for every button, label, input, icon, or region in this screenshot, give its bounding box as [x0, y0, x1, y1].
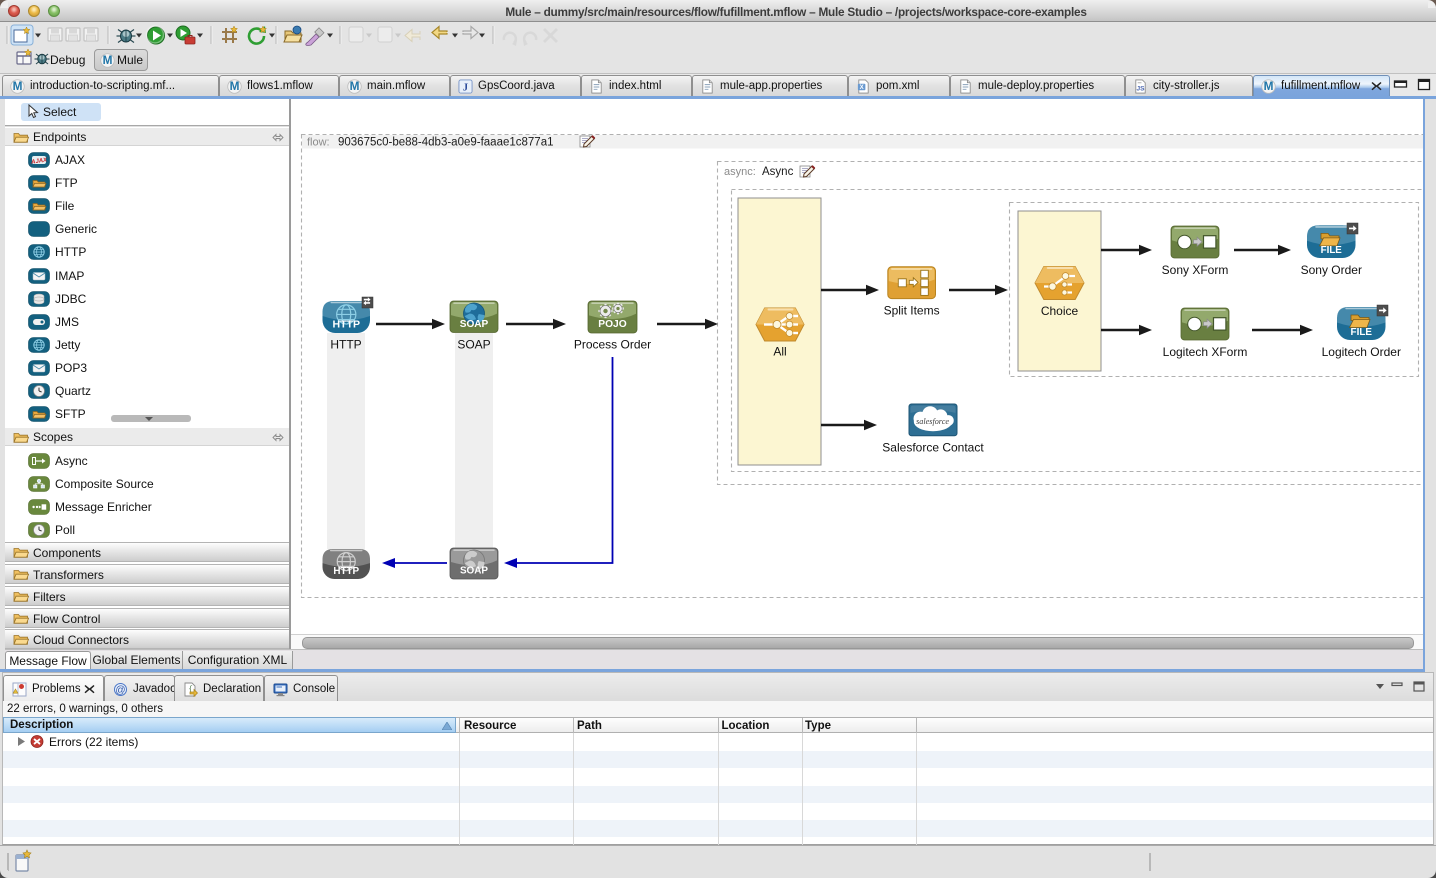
- svg-text:Salesforce Contact: Salesforce Contact: [882, 441, 984, 455]
- svg-text:SOAP: SOAP: [460, 565, 488, 576]
- svg-text:Async: Async: [762, 166, 794, 178]
- svg-text:Sony XForm: Sony XForm: [1162, 263, 1229, 277]
- svg-text:M: M: [1264, 79, 1274, 93]
- svg-text:HTTP: HTTP: [330, 338, 361, 352]
- svg-text:M: M: [103, 53, 113, 67]
- svg-text:async:: async:: [724, 166, 756, 178]
- svg-text:Split Items: Split Items: [884, 304, 940, 318]
- svg-text:flow:: flow:: [307, 137, 330, 149]
- svg-text:903675c0-be88-4db3-a0e9-faaae1: 903675c0-be88-4db3-a0e9-faaae1c877a1: [338, 137, 554, 149]
- svg-text:All: All: [773, 345, 786, 359]
- svg-text:@: @: [115, 685, 125, 696]
- svg-text:X: X: [860, 84, 864, 91]
- svg-text:HTTP: HTTP: [332, 319, 360, 331]
- svg-text:M: M: [350, 79, 360, 93]
- svg-text:SOAP: SOAP: [460, 319, 489, 330]
- svg-text:M: M: [13, 79, 23, 93]
- svg-text:salesforce: salesforce: [916, 417, 949, 426]
- svg-text:J: J: [463, 83, 468, 94]
- svg-text:Logitech XForm: Logitech XForm: [1163, 345, 1248, 359]
- svg-text:Process Order: Process Order: [574, 338, 651, 352]
- svg-text:POJO: POJO: [598, 319, 626, 330]
- svg-text:FILE: FILE: [1321, 245, 1343, 256]
- svg-text:Sony Order: Sony Order: [1301, 263, 1362, 277]
- svg-text:M: M: [230, 79, 240, 93]
- svg-text:FILE: FILE: [1351, 327, 1373, 338]
- svg-text:SOAP: SOAP: [457, 338, 490, 352]
- svg-text:Choice: Choice: [1041, 304, 1079, 318]
- svg-text:JS: JS: [1136, 85, 1145, 92]
- svg-text:HTTP: HTTP: [333, 566, 359, 577]
- svg-text:Logitech Order: Logitech Order: [1322, 345, 1401, 359]
